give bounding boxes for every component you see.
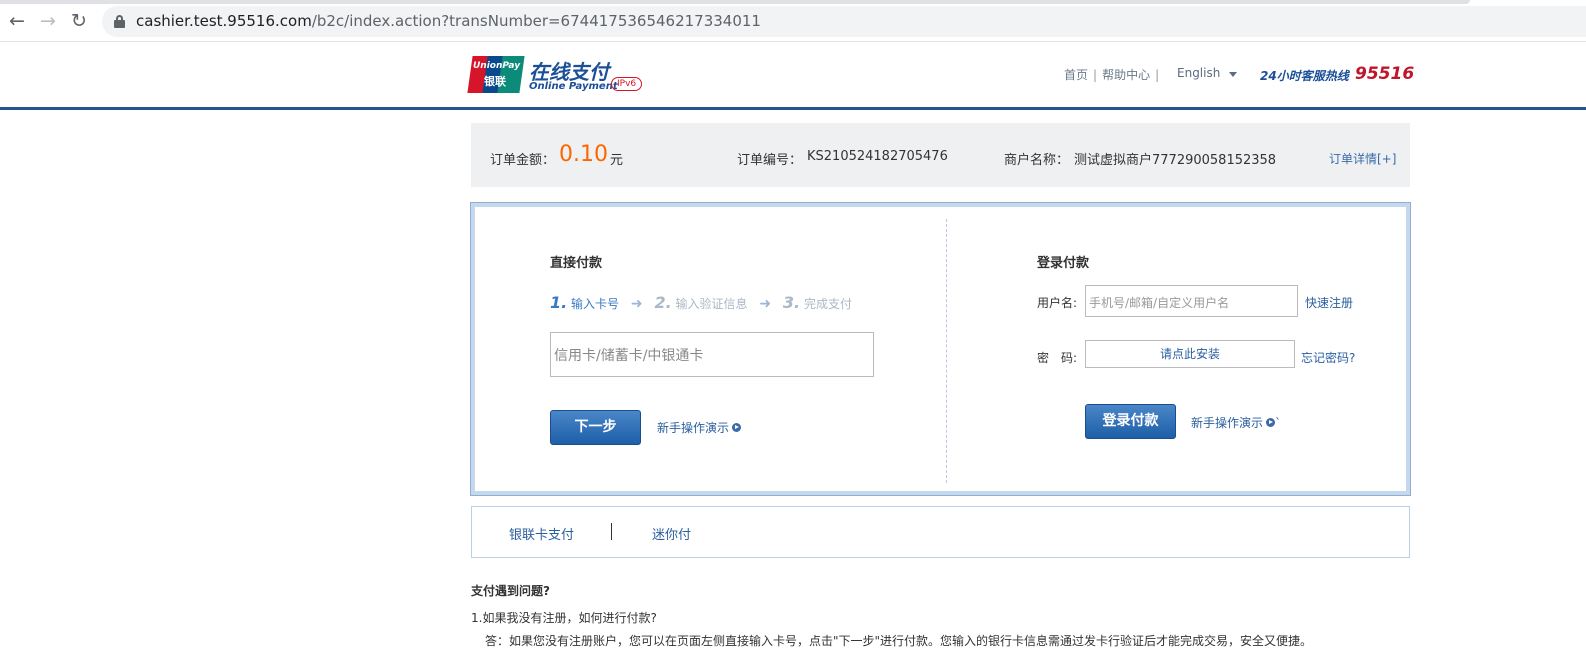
order-no-value: KS210524182705476 — [807, 149, 948, 164]
card-number-input[interactable]: 信用卡/储蓄卡/中银通卡 — [550, 332, 874, 377]
merchant-value: 测试虚拟商户777290058152358 — [1074, 153, 1277, 168]
beginner-guide-link-login[interactable]: 新手操作演示 ` — [1191, 414, 1281, 431]
faq-question: 1.如果我没有注册，如何进行付款? — [471, 611, 657, 625]
password-label: 密 码: — [1037, 351, 1078, 365]
faq-heading: 支付遇到问题? — [471, 584, 550, 598]
step-indicator: 1. 输入卡号 ➜ 2. 输入验证信息 ➜ 3. 完成支付 — [550, 293, 852, 312]
url-host: cashier.test.95516.com — [136, 12, 312, 30]
amount-value: 0.10 — [559, 142, 608, 167]
play-icon — [732, 423, 742, 432]
tab-mini-pay[interactable]: 迷你付 — [652, 524, 691, 543]
address-bar[interactable]: cashier.test.95516.com/b2c/index.action?… — [102, 6, 1586, 37]
arrow-right-icon: ➜ — [630, 296, 643, 312]
nav-separator: | — [1093, 68, 1098, 82]
direct-pay-title: 直接付款 — [550, 256, 603, 271]
logo-text-cn: 银联 — [484, 75, 506, 88]
browser-toolbar: ← → ↻ cashier.test.95516.com/b2c/index.a… — [0, 0, 1586, 42]
beginner-guide-link[interactable]: 新手操作演示 — [657, 419, 742, 436]
ipv6-badge: IPv6 — [611, 77, 643, 91]
step-3: 3. 完成支付 — [782, 293, 852, 312]
tab-separator — [611, 523, 612, 540]
order-detail-link[interactable]: 订单详情[+] — [1329, 150, 1396, 167]
order-summary: 订单金额： 0.10 元 订单编号： KS210524182705476 商户名… — [471, 123, 1410, 187]
login-pay-button[interactable]: 登录付款 — [1085, 404, 1176, 439]
payment-method-tabs: 银联卡支付 迷你付 — [471, 506, 1410, 558]
password-install-link[interactable]: 请点此安装 — [1085, 340, 1295, 368]
unionpay-logo: UnionPay 银联 — [467, 56, 525, 93]
logo-text-en: UnionPay — [473, 61, 521, 71]
tab-card-pay[interactable]: 银联卡支付 — [509, 524, 574, 543]
hotline-number: 95516 — [1355, 64, 1415, 84]
username-label: 用户名: — [1037, 296, 1078, 310]
nav-separator: | — [1155, 68, 1160, 82]
step-2: 2. 输入验证信息 — [654, 293, 748, 312]
hotline-label: 24小时客服热线 — [1260, 69, 1349, 83]
quick-register-link[interactable]: 快速注册 — [1305, 294, 1353, 311]
play-icon — [1266, 418, 1276, 427]
lock-icon — [114, 15, 125, 28]
step-1: 1. 输入卡号 — [550, 293, 620, 312]
forgot-password-link[interactable]: 忘记密码? — [1301, 349, 1355, 366]
top-nav: 首页 | 帮助中心 | — [1064, 66, 1164, 83]
panel-divider — [946, 219, 947, 483]
order-no-label: 订单编号： — [737, 153, 803, 168]
amount-unit: 元 — [610, 153, 624, 168]
tab-strip — [0, 0, 1470, 4]
next-step-button[interactable]: 下一步 — [550, 410, 641, 445]
back-icon[interactable]: ← — [6, 10, 28, 32]
payment-panel: 直接付款 1. 输入卡号 ➜ 2. 输入验证信息 ➜ 3. 完成支付 信用卡/储… — [470, 202, 1411, 496]
chevron-down-icon[interactable] — [1229, 72, 1237, 77]
reload-icon[interactable]: ↻ — [68, 10, 90, 32]
username-input[interactable]: 手机号/邮箱/自定义用户名 — [1085, 285, 1298, 317]
faq-answer: 答：如果您没有注册账户，您可以在页面左侧直接输入卡号，点击"下一步"进行付款。您… — [485, 634, 1313, 648]
amount-label: 订单金额： — [490, 153, 556, 168]
arrow-right-icon: ➜ — [759, 296, 772, 312]
brand-subtitle: Online Payment — [529, 81, 618, 92]
home-link[interactable]: 首页 — [1064, 68, 1088, 82]
help-center-link[interactable]: 帮助中心 — [1102, 68, 1150, 82]
language-selector[interactable]: English — [1177, 66, 1220, 80]
merchant-label: 商户名称： — [1004, 153, 1070, 168]
login-pay-title: 登录付款 — [1037, 256, 1090, 271]
forward-icon[interactable]: → — [37, 10, 59, 32]
url-path: /b2c/index.action?transNumber=6744175365… — [311, 12, 761, 30]
url-text[interactable]: cashier.test.95516.com/b2c/index.action?… — [136, 12, 761, 30]
